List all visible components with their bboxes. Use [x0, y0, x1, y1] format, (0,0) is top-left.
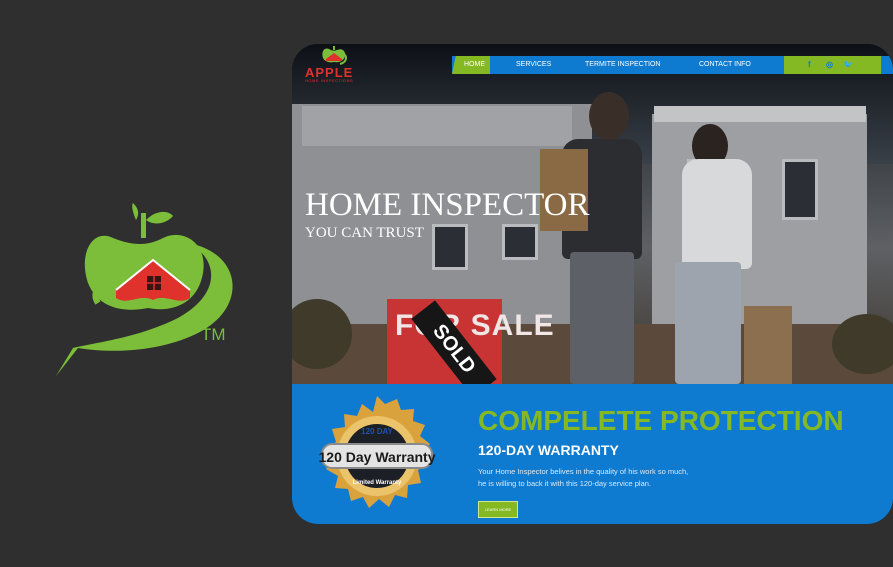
woman-figure: [682, 159, 752, 269]
promo-body-line1: Your Home Inspector belives in the quali…: [478, 467, 689, 476]
hero-title: HOME INSPECTOR: [305, 187, 590, 223]
trademark-label: TM: [201, 325, 226, 344]
seal-bottom-text: Limited Warranty: [353, 480, 402, 486]
seal-top-text: 120 DAY: [361, 427, 393, 436]
warranty-seal-icon: 120 Day Warranty 120 DAY Limited Warrant…: [319, 396, 436, 508]
promo-body: Your Home Inspector belives in the quali…: [478, 466, 718, 490]
nav-home[interactable]: HOME: [464, 56, 485, 74]
hero-section: FOR SALE SOLD APPLE HOME INSPECTIONS HOM…: [292, 44, 893, 384]
instagram-icon[interactable]: ◎: [826, 56, 833, 74]
seal-main-text: 120 Day Warranty: [319, 449, 436, 465]
promo-body-line2: he is willing to back it with this 120-d…: [478, 479, 651, 488]
nav-services[interactable]: SERVICES: [516, 56, 551, 74]
apple-logo-icon: [56, 203, 233, 376]
hero-subtitle: YOU CAN TRUST: [305, 225, 424, 241]
learn-more-button[interactable]: LEARN MORE: [478, 501, 518, 518]
promo-title: COMPELETE PROTECTION: [478, 405, 844, 436]
facebook-icon[interactable]: f: [808, 56, 811, 74]
nav-contact-info[interactable]: CONTACT INFO: [699, 56, 751, 74]
website-mockup: FOR SALE SOLD APPLE HOME INSPECTIONS HOM…: [292, 44, 893, 524]
nav-termite-inspection[interactable]: TERMITE INSPECTION: [585, 56, 660, 74]
twitter-icon[interactable]: 🐦: [843, 56, 853, 74]
promo-subtitle: 120-DAY WARRANTY: [478, 442, 619, 458]
site-logo-tagline: HOME INSPECTIONS: [305, 78, 354, 83]
